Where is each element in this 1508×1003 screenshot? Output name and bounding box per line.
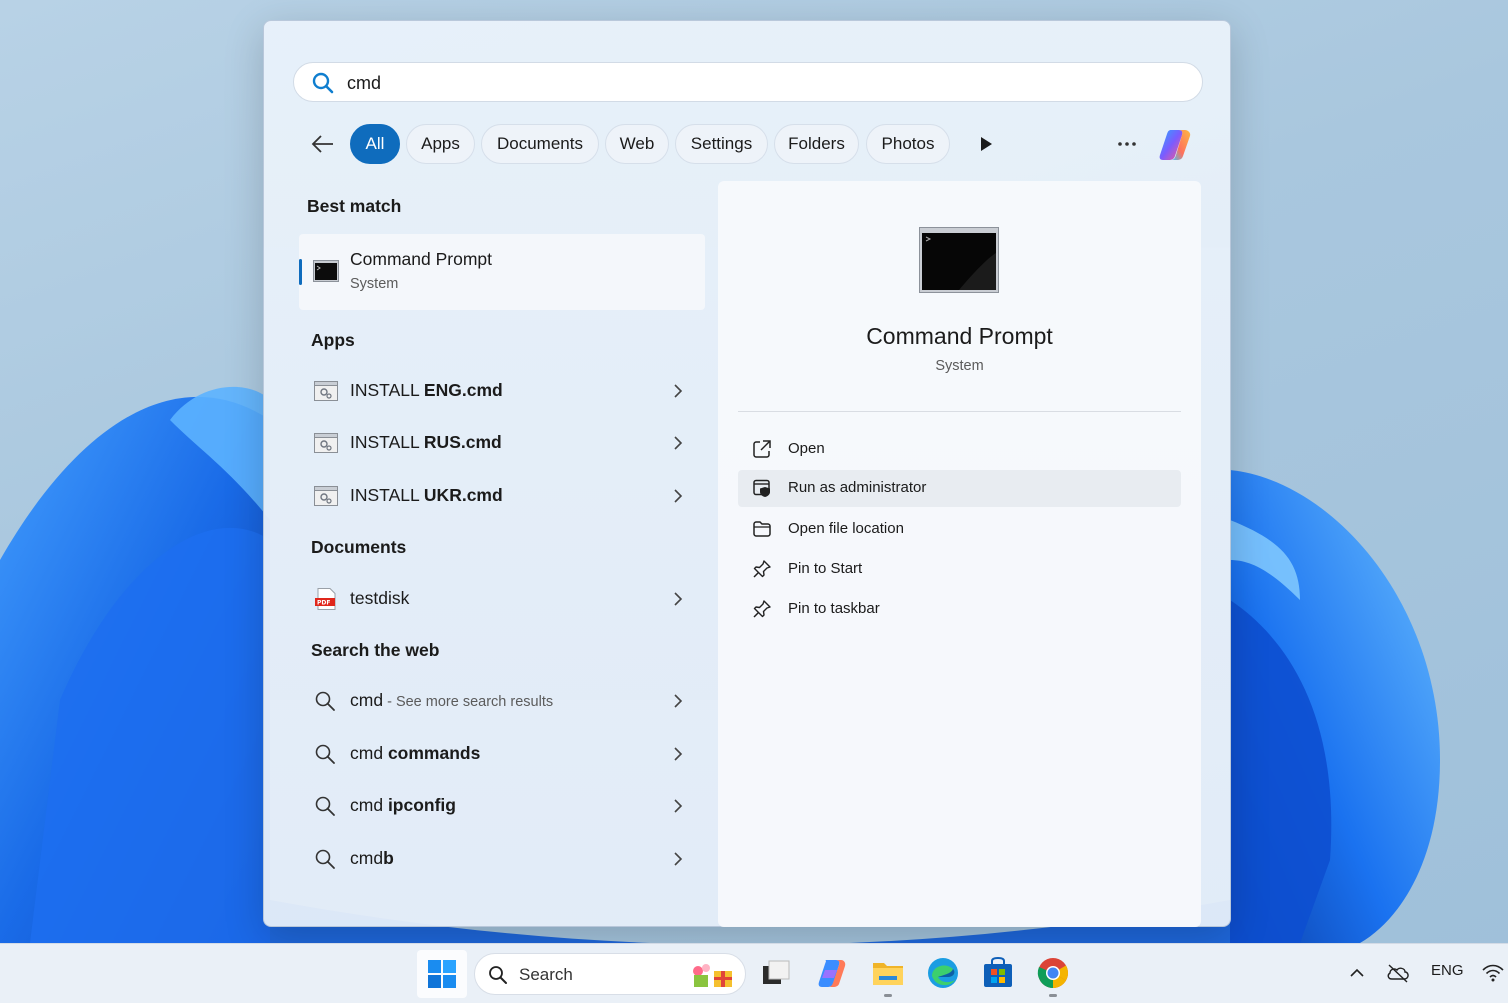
start-button[interactable] <box>417 950 467 998</box>
action-label: Open file location <box>788 520 904 537</box>
search-panel: All Apps Documents Web Settings Folders … <box>263 20 1231 927</box>
best-match-item[interactable]: Command Prompt System <box>299 234 705 310</box>
task-view-icon[interactable] <box>759 956 793 990</box>
copilot-icon[interactable] <box>1155 124 1195 164</box>
filter-chip-photos[interactable]: Photos <box>866 124 950 164</box>
list-item-label: INSTALL UKR.cmd <box>350 485 503 505</box>
documents-heading: Documents <box>311 537 407 557</box>
more-filters-arrow-icon[interactable] <box>976 134 996 154</box>
more-options-icon[interactable] <box>1115 134 1139 154</box>
filter-chip-web[interactable]: Web <box>605 124 669 164</box>
search-box[interactable] <box>293 62 1203 102</box>
running-indicator <box>1049 994 1057 997</box>
best-match-title: Command Prompt <box>350 249 492 269</box>
chevron-right-icon <box>674 384 683 398</box>
shield-window-icon <box>753 479 770 497</box>
microsoft-store-icon[interactable] <box>981 956 1015 990</box>
svg-text:PDF: PDF <box>317 600 330 607</box>
best-match-subtitle: System <box>350 276 399 292</box>
filter-chip-settings[interactable]: Settings <box>675 124 768 164</box>
search-icon <box>489 966 507 984</box>
web-result-cmd[interactable]: cmd - See more search results <box>299 677 705 725</box>
pdf-icon: PDF <box>315 588 336 610</box>
list-item-testdisk[interactable]: PDF testdisk <box>299 575 705 623</box>
chevron-right-icon <box>674 592 683 606</box>
web-result-cmd-ipconfig[interactable]: cmd ipconfig <box>299 782 705 830</box>
selection-indicator <box>299 259 302 285</box>
list-item-label: cmd - See more search results <box>350 690 554 710</box>
chevron-right-icon <box>674 747 683 761</box>
action-open-file-location[interactable]: Open file location <box>738 511 1181 548</box>
apps-heading: Apps <box>311 330 355 350</box>
list-item-install-eng[interactable]: INSTALL ENG.cmd <box>299 367 705 415</box>
open-external-icon <box>753 440 771 458</box>
preview-title: Command Prompt <box>866 323 1053 349</box>
edge-icon[interactable] <box>926 956 960 990</box>
search-icon <box>315 849 335 869</box>
action-label: Pin to taskbar <box>788 600 880 617</box>
windows-logo-icon <box>428 960 456 988</box>
batch-file-icon <box>314 486 338 506</box>
best-match-heading: Best match <box>307 196 402 216</box>
pin-icon <box>753 560 771 578</box>
action-pin-to-taskbar[interactable]: Pin to taskbar <box>738 591 1181 628</box>
wifi-icon[interactable] <box>1481 963 1505 983</box>
preview-subtitle: System <box>935 358 984 374</box>
action-label: Pin to Start <box>788 560 863 577</box>
chevron-right-icon <box>674 799 683 813</box>
chevron-right-icon <box>674 436 683 450</box>
chevron-up-icon[interactable] <box>1349 966 1365 980</box>
search-highlight-icon <box>693 964 732 987</box>
command-prompt-icon <box>313 260 339 282</box>
language-indicator[interactable]: ENG <box>1431 962 1464 979</box>
chevron-right-icon <box>674 694 683 708</box>
web-result-cmd-commands[interactable]: cmd commands <box>299 730 705 778</box>
action-open[interactable]: Open <box>738 431 1181 468</box>
folder-icon <box>753 521 771 537</box>
action-label: Run as administrator <box>788 479 927 496</box>
back-arrow-icon[interactable] <box>310 132 336 156</box>
filter-chip-folders[interactable]: Folders <box>774 124 859 164</box>
list-item-install-rus[interactable]: INSTALL RUS.cmd <box>299 419 705 467</box>
filter-chip-documents[interactable]: Documents <box>481 124 599 164</box>
batch-file-icon <box>314 433 338 453</box>
command-prompt-icon <box>919 227 999 293</box>
web-result-cmdb[interactable]: cmdb <box>299 835 705 883</box>
action-pin-to-start[interactable]: Pin to Start <box>738 551 1181 588</box>
list-item-label: INSTALL RUS.cmd <box>350 432 502 452</box>
list-item-label: cmd commands <box>350 743 481 763</box>
divider <box>738 411 1181 412</box>
action-run-as-administrator[interactable]: Run as administrator <box>738 470 1181 507</box>
filter-chip-all[interactable]: All <box>350 124 400 164</box>
pin-icon <box>753 600 771 618</box>
action-label: Open <box>788 440 825 457</box>
list-item-label: cmd ipconfig <box>350 795 456 815</box>
list-item-install-ukr[interactable]: INSTALL UKR.cmd <box>299 472 705 520</box>
search-icon <box>312 72 334 94</box>
chevron-right-icon <box>674 852 683 866</box>
filter-chip-apps[interactable]: Apps <box>406 124 475 164</box>
copilot-icon[interactable] <box>815 956 849 990</box>
chevron-right-icon <box>674 489 683 503</box>
list-item-label: cmdb <box>350 848 394 868</box>
search-web-heading: Search the web <box>311 640 440 660</box>
chrome-icon[interactable] <box>1036 956 1070 990</box>
search-icon <box>315 744 335 764</box>
list-item-label: INSTALL ENG.cmd <box>350 380 503 400</box>
taskbar-search-label: Search <box>519 965 573 984</box>
running-indicator <box>884 994 892 997</box>
onedrive-offline-icon[interactable] <box>1386 963 1410 983</box>
taskbar-search[interactable]: Search <box>474 953 746 995</box>
preview-pane: Command Prompt System Open Run as admini… <box>718 181 1201 927</box>
search-icon <box>315 796 335 816</box>
filter-bar: All Apps Documents Web Settings Folders … <box>300 124 1200 164</box>
search-input[interactable] <box>347 69 1187 97</box>
batch-file-icon <box>314 381 338 401</box>
taskbar: Search ENG <box>0 943 1508 1003</box>
search-icon <box>315 691 335 711</box>
file-explorer-icon[interactable] <box>871 956 905 990</box>
list-item-label: testdisk <box>350 588 410 608</box>
